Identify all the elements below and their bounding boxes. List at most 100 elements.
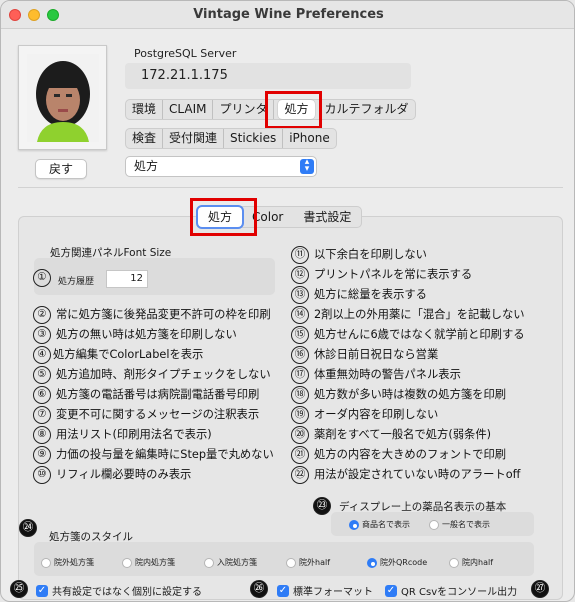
marker-1: ① [33, 269, 51, 287]
tab-color[interactable]: Color [242, 207, 293, 227]
option-5[interactable]: 処方追加時、剤形タイプチェックをしない [56, 366, 271, 384]
divider [18, 187, 563, 188]
marker-18: ⑱ [291, 386, 309, 404]
segment-chart-folder[interactable]: カルテフォルダ [319, 100, 415, 119]
radio-outpatient-rx-label: 院外処方箋 [54, 558, 94, 567]
radio-unselected-icon [204, 557, 214, 568]
radio-outpatient-half[interactable]: 院外half [286, 557, 330, 568]
option-10[interactable]: リフィル欄必要時のみ表示 [56, 466, 191, 484]
marker-3: ③ [33, 326, 51, 344]
chevron-updown-icon: ▴ ▾ [300, 158, 314, 174]
server-label: PostgreSQL Server [134, 47, 237, 60]
radio-admission-rx-label: 入院処方箋 [217, 558, 257, 567]
back-button[interactable]: 戻す [35, 159, 87, 179]
marker-25: ㉕ [10, 580, 28, 598]
radio-inpatient-clinic-rx[interactable]: 院内処方箋 [122, 557, 175, 568]
radio-unselected-icon [429, 519, 439, 530]
marker-23: ㉓ [313, 497, 331, 515]
marker-20: ⑳ [291, 426, 309, 444]
radio-generic-name[interactable]: 一般名で表示 [429, 519, 490, 530]
option-2[interactable]: 常に処方箋に後発品変更不許可の枠を印刷 [56, 306, 271, 324]
marker-10: ⑩ [33, 466, 51, 484]
radio-unselected-icon [41, 557, 51, 568]
option-11[interactable]: 以下余白を印刷しない [314, 246, 427, 264]
radio-brand-name[interactable]: 商品名で表示 [349, 519, 410, 530]
marker-12: ⑫ [291, 266, 309, 284]
option-14[interactable]: 2剤以上の外用薬に「混合」を記載しない [314, 306, 525, 324]
checkbox-qr-csv-console-label: QR Csvをコンソール出力 [401, 587, 518, 598]
radio-unselected-icon [286, 557, 296, 568]
checkbox-individual-setting[interactable]: ✓ 共有設定ではなく個別に設定する [36, 583, 202, 598]
category-segmented-control-2: 検査 受付関連 Stickies iPhone [125, 128, 337, 149]
preferences-window: Vintage Wine Preferences 戻す PostgreSQL S… [0, 0, 575, 602]
history-label: 処方履歴 [58, 277, 95, 287]
segment-prescription[interactable]: 処方 [278, 100, 315, 119]
checkbox-individual-setting-label: 共有設定ではなく個別に設定する [52, 587, 202, 598]
tab-prescription[interactable]: 処方 [198, 207, 243, 227]
radio-outpatient-rx[interactable]: 院外処方箋 [41, 557, 94, 568]
tab-format[interactable]: 書式設定 [293, 207, 361, 227]
marker-15: ⑮ [291, 326, 309, 344]
radio-generic-name-label: 一般名で表示 [442, 520, 490, 529]
option-8[interactable]: 用法リスト(印刷用法名で表示) [56, 426, 212, 444]
marker-14: ⑭ [291, 306, 309, 324]
option-6[interactable]: 処方箋の電話番号は病院副電話番号印刷 [56, 386, 259, 404]
radio-brand-name-label: 商品名で表示 [362, 520, 410, 529]
option-4[interactable]: 処方編集でColorLabelを表示 [53, 346, 203, 364]
option-9[interactable]: 力価の投与量を編集時にStep量で丸めない [56, 446, 274, 464]
marker-21: ㉑ [291, 446, 309, 464]
marker-26: ㉖ [250, 580, 268, 598]
marker-6: ⑥ [33, 386, 51, 404]
segment-claim[interactable]: CLAIM [163, 100, 214, 119]
radio-inpatient-half[interactable]: 院内half [449, 557, 493, 568]
radio-outpatient-half-label: 院外half [299, 558, 331, 567]
radio-selected-icon [367, 557, 377, 568]
marker-5: ⑤ [33, 366, 51, 384]
checkbox-qr-csv-console[interactable]: ✓ QR Csvをコンソール出力 [385, 583, 517, 598]
option-18[interactable]: 処方数が多い時は複数の処方箋を印刷 [314, 386, 506, 404]
tab-bar: 処方 Color 書式設定 [197, 206, 363, 228]
marker-27: ㉗ [531, 580, 549, 598]
marker-11: ⑪ [291, 246, 309, 264]
window-title: Vintage Wine Preferences [193, 7, 384, 22]
category-segmented-control-1: 環境 CLAIM プリンタ 処方 カルテフォルダ [125, 99, 416, 120]
option-16[interactable]: 休診日前日祝日なら営業 [314, 346, 438, 364]
title-bar: Vintage Wine Preferences [1, 1, 574, 29]
radio-unselected-icon [449, 557, 459, 568]
option-3[interactable]: 処方の無い時は処方箋を印刷しない [56, 326, 237, 344]
radio-outpatient-qrcode[interactable]: 院外QRcode [367, 557, 427, 568]
segment-reception[interactable]: 受付関連 [163, 129, 225, 148]
segment-stickies[interactable]: Stickies [224, 129, 284, 148]
checkmark-icon: ✓ [36, 584, 48, 597]
marker-13: ⑬ [291, 286, 309, 304]
marker-22: ㉒ [291, 466, 309, 484]
radio-inpatient-half-label: 院内half [462, 558, 494, 567]
segment-environment[interactable]: 環境 [126, 100, 164, 119]
option-17[interactable]: 体重無効時の警告パネル表示 [314, 366, 461, 384]
checkmark-icon: ✓ [277, 584, 289, 597]
radio-admission-rx[interactable]: 入院処方箋 [204, 557, 257, 568]
server-address-field[interactable]: 172.21.1.175 [125, 63, 411, 89]
option-19[interactable]: オーダ内容を印刷しない [314, 406, 438, 424]
marker-7: ⑦ [33, 406, 51, 424]
category-popup[interactable]: 処方 ▴ ▾ [125, 156, 317, 177]
marker-8: ⑧ [33, 426, 51, 444]
option-22[interactable]: 用法が設定されていない時のアラートoff [314, 466, 520, 484]
checkbox-standard-format[interactable]: ✓ 標準フォーマット [277, 583, 373, 598]
option-21[interactable]: 処方の内容を大きめのフォントで印刷 [314, 446, 506, 464]
radio-unselected-icon [122, 557, 132, 568]
option-15[interactable]: 処方せんに6歳ではなく就学前と印刷する [314, 326, 525, 344]
marker-2: ② [33, 306, 51, 324]
option-13[interactable]: 処方に総量を表示する [314, 286, 427, 304]
option-12[interactable]: プリントパネルを常に表示する [314, 266, 472, 284]
marker-24: ㉔ [19, 519, 37, 537]
option-7[interactable]: 変更不可に関するメッセージの注釈表示 [56, 406, 259, 424]
history-font-size-input[interactable]: 12 [106, 270, 148, 288]
marker-19: ⑲ [291, 406, 309, 424]
option-20[interactable]: 薬剤をすべて一般名で処方(弱条件) [314, 426, 491, 444]
segment-iphone[interactable]: iPhone [283, 129, 336, 148]
radio-outpatient-qrcode-label: 院外QRcode [380, 558, 428, 567]
segment-lab[interactable]: 検査 [126, 129, 164, 148]
marker-17: ⑰ [291, 366, 309, 384]
segment-printer[interactable]: プリンタ [213, 100, 275, 119]
